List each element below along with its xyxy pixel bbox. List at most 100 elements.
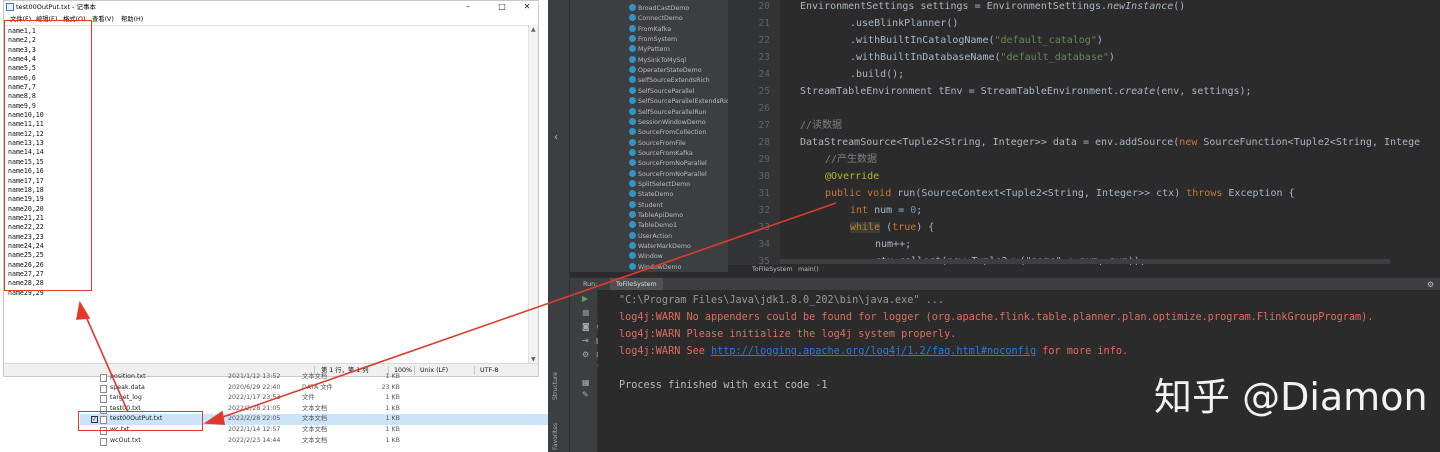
collapse-arrow-icon[interactable]: ‹ <box>554 132 558 143</box>
tree-item[interactable]: Window <box>629 252 663 262</box>
breadcrumb-method[interactable]: main() <box>798 265 819 275</box>
minimize-icon[interactable]: – <box>457 1 479 13</box>
tree-item[interactable]: SourceFromNoParallel <box>629 169 707 180</box>
file-row[interactable]: position.txt 2021/1/12 13:52 文本文档 1 KB <box>80 372 548 383</box>
tree-item[interactable]: StateDemo <box>629 190 673 200</box>
camera-icon[interactable]: ◙ <box>582 322 590 331</box>
console-warn-2: log4j:WARN Please initialize the log4j s… <box>619 329 957 340</box>
console-command: "C:\Program Files\Java\jdk1.8.0_202\bin\… <box>619 295 945 306</box>
pin2-icon[interactable]: ✎ <box>582 390 589 399</box>
tree-item[interactable]: SplitSelectDemo <box>629 179 690 190</box>
class-icon <box>629 24 636 32</box>
file-size: 1 KB <box>385 404 400 412</box>
menu-help[interactable]: 帮助(H) <box>121 14 143 25</box>
tree-item-label: SourceFromNoParallel <box>638 170 707 178</box>
class-icon <box>629 4 636 11</box>
file-date: 2020/6/29 22:40 <box>228 383 281 391</box>
tree-item[interactable]: ConnectDemo <box>629 14 683 24</box>
file-name: target_log <box>110 394 142 402</box>
tree-item[interactable]: SourceFromCollection <box>629 128 706 138</box>
breadcrumb-class[interactable]: ToFileSystem <box>752 265 793 275</box>
tree-item[interactable]: Student <box>629 200 663 211</box>
tree-item-label: StateDemo <box>638 191 674 199</box>
file-size: 1 KB <box>385 426 400 433</box>
tree-item-label: UserAction <box>638 232 673 240</box>
file-row[interactable]: wcOut.txt 2022/2/23 14:44 文本文档 1 KB <box>80 436 548 447</box>
class-icon <box>629 86 636 94</box>
tree-item[interactable]: SourceFromKafka <box>629 148 693 159</box>
code-line-33: while (true) { <box>850 222 935 233</box>
layout-icon[interactable]: ▦ <box>582 378 590 387</box>
tree-item[interactable]: SourceFromNoParallel <box>629 159 707 169</box>
screenshot-stage: test00OutPut.txt - 记事本 – □ ✕ 文件(F) 编辑(E)… <box>0 0 1440 452</box>
class-icon <box>629 148 636 156</box>
code-editor[interactable]: EnvironmentSettings settings = Environme… <box>780 0 1440 265</box>
tree-item-label: SelfSourceParallelRun <box>638 108 707 116</box>
file-row[interactable]: target_log 2022/1/17 23:53 文件 1 KB <box>80 393 548 404</box>
tree-item[interactable]: SelfSourceParallel <box>629 86 694 97</box>
tree-item[interactable]: UserAction <box>629 231 673 242</box>
tree-item[interactable]: BroadCastDemo <box>629 4 689 14</box>
rerun-icon[interactable]: ▶ <box>582 294 588 303</box>
file-type: 文件 <box>302 394 315 402</box>
class-icon <box>629 107 636 115</box>
tree-item[interactable]: MySinkToMySql <box>629 55 686 66</box>
tree-item[interactable]: WaterMarkDemo <box>629 242 691 252</box>
tree-item[interactable]: OperaterStateDemo <box>629 66 702 76</box>
close-icon[interactable]: ✕ <box>516 1 538 13</box>
tree-item[interactable]: SessionWindowDemo <box>629 117 706 128</box>
code-line-20: EnvironmentSettings settings = Environme… <box>800 1 1186 12</box>
tree-item[interactable]: TableApiDemo <box>629 211 683 221</box>
line-number: 24 <box>758 69 770 80</box>
notepad-app-icon <box>6 3 14 11</box>
tree-item-label: Student <box>638 201 663 209</box>
tree-item-label: SourceFromCollection <box>638 129 707 137</box>
line-number: 21 <box>758 18 770 29</box>
class-icon <box>629 262 636 270</box>
line-number: 28 <box>758 137 770 148</box>
exit-icon[interactable]: ⇥ <box>582 336 589 345</box>
tree-item[interactable]: TableDemo1 <box>629 221 677 231</box>
tree-item[interactable]: FromKafka <box>629 24 671 35</box>
tree-item[interactable]: MyPattern <box>629 45 670 55</box>
tree-item[interactable]: SourceFromFile <box>629 138 686 149</box>
settings-icon[interactable]: ⚙ <box>582 350 589 359</box>
class-icon <box>629 252 636 260</box>
run-toolbar: ▶ ↑ ■ ↓ ◙ ≡ ⇥ ▤ ⚙ ⊟ 🗑 ▦ ✎ <box>570 290 606 452</box>
editor-horizontal-scrollbar[interactable] <box>780 259 1390 264</box>
menu-view[interactable]: 查看(V) <box>92 14 114 25</box>
notepad-title-bar: test00OutPut.txt - 记事本 – □ ✕ <box>4 1 538 13</box>
file-date: 2022/2/23 14:44 <box>228 436 281 444</box>
stop-icon[interactable]: ■ <box>582 308 590 317</box>
class-icon <box>629 55 636 63</box>
class-icon <box>629 138 636 146</box>
class-icon <box>629 45 636 53</box>
tree-item-label: FromSystem <box>638 36 678 44</box>
log4j-faq-link[interactable]: http://logging.apache.org/log4j/1.2/faq.… <box>711 346 1036 357</box>
file-row[interactable]: speak.data 2020/6/29 22:40 DATA 文件 23 KB <box>80 383 548 394</box>
structure-tab[interactable]: Structure <box>552 372 559 400</box>
tree-item[interactable]: selfSourceExtendsRich <box>629 76 710 86</box>
scroll-up-icon[interactable]: ▲ <box>531 26 536 33</box>
tree-item[interactable]: FromSystem <box>629 35 677 45</box>
notepad-vertical-scrollbar[interactable]: ▲ ▼ <box>528 25 538 364</box>
tree-item[interactable]: SelfSourceParallelRun <box>629 107 707 118</box>
file-type: 文本文档 <box>302 426 328 433</box>
file-size: 23 KB <box>381 383 400 391</box>
tree-item[interactable]: SelfSourceParallelExtendsRich <box>629 97 728 107</box>
maximize-icon[interactable]: □ <box>491 1 513 13</box>
file-icon <box>100 395 107 404</box>
class-icon <box>629 66 636 74</box>
code-line-32: int num = 0; <box>850 205 923 216</box>
console-output[interactable]: "C:\Program Files\Java\jdk1.8.0_202\bin\… <box>598 290 1440 452</box>
favorites-tab[interactable]: Favorites <box>552 423 559 450</box>
class-icon <box>629 221 636 229</box>
line-number: 31 <box>758 188 770 199</box>
file-name: position.txt <box>110 373 146 380</box>
code-line-23: .withBuiltInDatabaseName("default_databa… <box>850 52 1115 63</box>
ide-window: ‹ Structure Favorites BroadCastDemo Conne… <box>548 0 1440 452</box>
file-name: speak.data <box>110 383 145 391</box>
tree-item[interactable]: WindowDemo <box>629 262 682 272</box>
scroll-down-icon[interactable]: ▼ <box>531 356 536 363</box>
tree-item-label: MyPattern <box>638 46 670 54</box>
